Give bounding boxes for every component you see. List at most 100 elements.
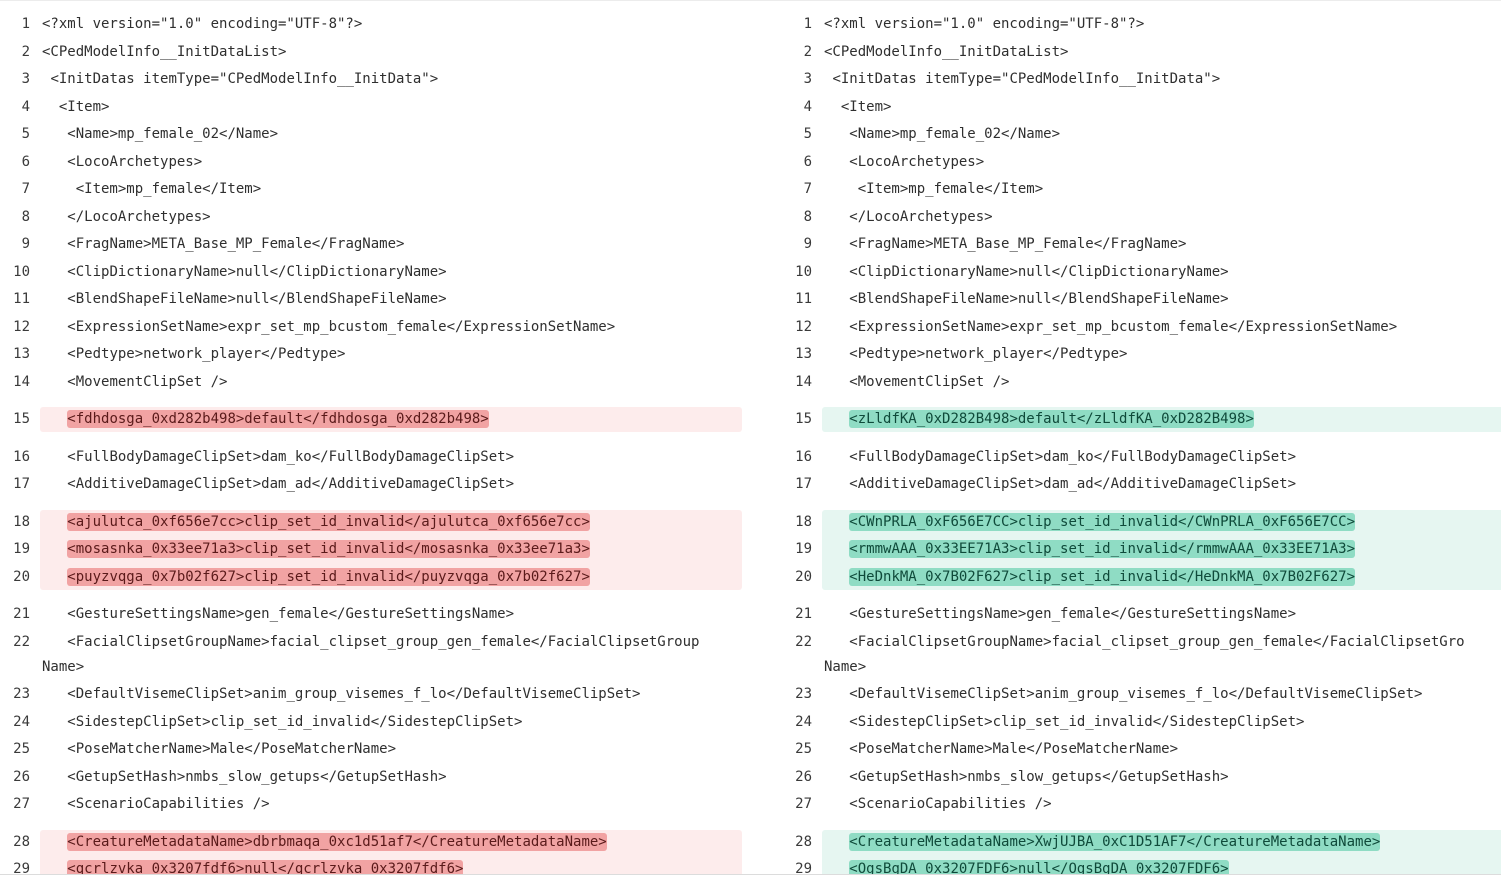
code-line: 21 <GestureSettingsName>gen_female</Gest… [782,601,1501,628]
line-text: <BlendShapeFileName>null</BlendShapeFile… [849,291,1229,307]
code-line: 29 <OgsBgDA_0x3207FDF6>null</OgsBgDA_0x3… [782,856,1501,874]
line-text: </LocoArchetypes> [849,209,993,225]
line-number: 17 [13,476,30,492]
line-number: 10 [13,264,30,280]
added-text: <CreatureMetadataName>XwjUJBA_0xC1D51AF7… [849,833,1381,851]
line-number: 19 [13,541,30,557]
code-line: 14 <MovementClipSet /> [0,369,760,396]
line-text: <AdditiveDamageClipSet>dam_ad</AdditiveD… [67,476,515,492]
line-code: <qcrlzvka_0x3207fdf6>null</qcrlzvka_0x32… [42,856,464,874]
added-text: <rmmwAAA_0x33EE71A3>clip_set_id_invalid<… [849,540,1356,558]
line-code: <AdditiveDamageClipSet>dam_ad</AdditiveD… [824,471,1296,498]
line-code: <PoseMatcherName>Male</PoseMatcherName> [42,736,396,763]
line-text: <MovementClipSet /> [849,374,1010,390]
line-code: <FragName>META_Base_MP_Female</FragName> [42,231,404,258]
line-number: 4 [21,99,30,115]
line-number: 22 [795,634,812,650]
line-number: 16 [795,449,812,465]
line-text: <Pedtype>network_player</Pedtype> [849,346,1128,362]
line-text: <ExpressionSetName>expr_set_mp_bcustom_f… [67,319,616,335]
line-code: <CPedModelInfo__InitDataList> [824,39,1068,66]
code-line: 3 <InitDatas itemType="CPedModelInfo__In… [0,66,760,93]
code-line: 22 <FacialClipsetGroupName>facial_clipse… [782,629,1501,656]
line-number: 23 [13,686,30,702]
line-number: 8 [21,209,30,225]
line-number: 5 [803,126,812,142]
line-code: <ScenarioCapabilities /> [42,791,269,818]
code-line: 11 <BlendShapeFileName>null</BlendShapeF… [782,286,1501,313]
line-text: <?xml version="1.0" encoding="UTF-8"?> [824,16,1145,32]
line-text: <CPedModelInfo__InitDataList> [824,44,1069,60]
code-line: 12 <ExpressionSetName>expr_set_mp_bcusto… [782,314,1501,341]
line-code: <DefaultVisemeClipSet>anim_group_visemes… [824,681,1422,708]
line-number: 11 [795,291,812,307]
code-line: 9 <FragName>META_Base_MP_Female</FragNam… [782,231,1501,258]
code-line: 5 <Name>mp_female_02</Name> [0,121,760,148]
line-number: 11 [13,291,30,307]
line-number: 4 [803,99,812,115]
line-code: <FullBodyDamageClipSet>dam_ko</FullBodyD… [824,444,1296,471]
diff-pane-modified: 1 <?xml version="1.0" encoding="UTF-8"?> 2… [782,1,1501,874]
code-line: 9 <FragName>META_Base_MP_Female</FragNam… [0,231,760,258]
line-text: <Item> [840,99,892,115]
code-line: 7 <Item>mp_female</Item> [782,176,1501,203]
code-line: 21 <GestureSettingsName>gen_female</Gest… [0,601,760,628]
line-code: <CreatureMetadataName>XwjUJBA_0xC1D51AF7… [824,829,1381,856]
line-number: 20 [795,569,812,585]
line-number: 29 [795,861,812,874]
line-code: <Name>mp_female_02</Name> [42,121,278,148]
line-text: <SidestepClipSet>clip_set_id_invalid</Si… [849,714,1305,730]
line-number: 8 [803,209,812,225]
line-number: 12 [795,319,812,335]
code-line: 17 <AdditiveDamageClipSet>dam_ad</Additi… [782,471,1501,498]
line-text: <GestureSettingsName>gen_female</Gesture… [67,606,515,622]
code-line: 8 </LocoArchetypes> [782,204,1501,231]
line-text: <PoseMatcherName>Male</PoseMatcherName> [67,741,397,757]
line-text: <InitDatas itemType="CPedModelInfo__Init… [50,71,439,87]
line-number: 2 [803,44,812,60]
code-line: 28 <CreatureMetadataName>XwjUJBA_0xC1D51… [782,829,1501,856]
line-code: <Pedtype>network_player</Pedtype> [824,341,1127,368]
removed-text: <ajulutca_0xf656e7cc>clip_set_id_invalid… [67,513,590,531]
line-text: <FacialClipsetGroupName>facial_clipset_g… [67,634,700,650]
line-code: <mosasnka_0x33ee71a3>clip_set_id_invalid… [42,536,590,563]
code-line: 1 <?xml version="1.0" encoding="UTF-8"?> [782,11,1501,38]
code-line: 18 <CWnPRLA_0xF656E7CC>clip_set_id_inval… [782,509,1501,536]
line-number: 24 [13,714,30,730]
line-text: <DefaultVisemeClipSet>anim_group_visemes… [67,686,641,702]
line-number: 28 [795,834,812,850]
line-number: 21 [795,606,812,622]
added-text: <HeDnkMA_0x7B02F627>clip_set_id_invalid<… [849,568,1356,586]
code-line: 24 <SidestepClipSet>clip_set_id_invalid<… [782,709,1501,736]
removed-text: <mosasnka_0x33ee71a3>clip_set_id_invalid… [67,540,590,558]
line-code: <OgsBgDA_0x3207FDF6>null</OgsBgDA_0x3207… [824,856,1229,874]
line-text: <ExpressionSetName>expr_set_mp_bcustom_f… [849,319,1398,335]
line-code: <MovementClipSet /> [824,369,1009,396]
line-number: 3 [803,71,812,87]
code-line: 16 <FullBodyDamageClipSet>dam_ko</FullBo… [782,444,1501,471]
line-number: 13 [795,346,812,362]
line-code: <Pedtype>network_player</Pedtype> [42,341,345,368]
code-line: 25 <PoseMatcherName>Male</PoseMatcherNam… [782,736,1501,763]
line-code: </LocoArchetypes> [824,204,993,231]
line-text: <LocoArchetypes> [67,154,203,170]
line-code: <FacialClipsetGroupName>facial_clipset_g… [824,629,1464,656]
line-code: <FullBodyDamageClipSet>dam_ko</FullBodyD… [42,444,514,471]
code-line: 14 <MovementClipSet /> [782,369,1501,396]
